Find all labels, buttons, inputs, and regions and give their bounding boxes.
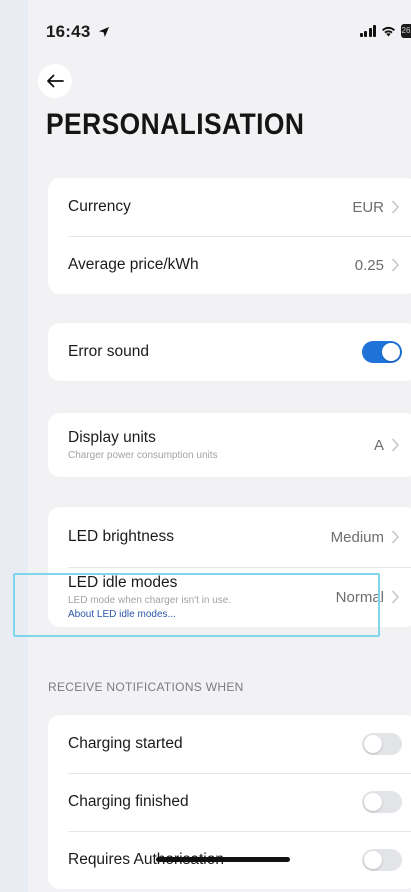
- chevron-right-icon: [391, 258, 400, 272]
- average-price-row[interactable]: Average price/kWh 0.25: [48, 236, 411, 294]
- led-brightness-value: Medium: [330, 528, 384, 546]
- chevron-right-icon: [391, 590, 400, 604]
- left-background-strip: [0, 0, 28, 892]
- display-units-subtitle: Charger power consumption units: [68, 450, 218, 461]
- chevron-right-icon: [391, 530, 400, 544]
- about-led-idle-link[interactable]: About LED idle modes...: [68, 609, 231, 620]
- led-idle-text: LED idle modes LED mode when charger isn…: [68, 574, 231, 620]
- error-sound-row: Error sound: [48, 323, 411, 381]
- led-brightness-row[interactable]: LED brightness Medium: [48, 507, 411, 567]
- toggle-knob: [382, 343, 400, 361]
- display-units-label: Display units: [68, 429, 156, 446]
- currency-value: EUR: [352, 198, 384, 216]
- display-units-row[interactable]: Display units Charger power consumption …: [48, 413, 411, 477]
- page-title: PERSONALISATION: [46, 108, 305, 141]
- led-idle-subtitle: LED mode when charger isn't in use.: [68, 595, 232, 606]
- led-card: LED brightness Medium LED idle modes LED…: [48, 507, 411, 627]
- battery-level: 26: [401, 26, 411, 35]
- requires-authorisation-toggle[interactable]: [362, 849, 402, 871]
- toggle-knob: [364, 793, 382, 811]
- error-sound-card: Error sound: [48, 323, 411, 381]
- phone-screen: 16:43 26 PERSONALISATION Currency EUR Av…: [28, 0, 411, 892]
- charging-started-toggle[interactable]: [362, 733, 402, 755]
- chevron-right-icon: [391, 200, 400, 214]
- battery-icon: 26: [401, 24, 411, 38]
- notifications-section-header: RECEIVE NOTIFICATIONS WHEN: [48, 680, 244, 694]
- led-idle-value: Normal: [335, 588, 384, 606]
- display-units-card: Display units Charger power consumption …: [48, 413, 411, 477]
- currency-label: Currency: [68, 198, 131, 215]
- notification-label: Charging finished: [68, 793, 189, 810]
- notification-row-charging-started: Charging started: [48, 715, 411, 773]
- back-arrow-icon: [47, 74, 64, 88]
- chevron-right-icon: [391, 438, 400, 452]
- notification-row-charging-finished: Charging finished: [48, 773, 411, 831]
- average-price-value: 0.25: [354, 256, 384, 274]
- currency-row[interactable]: Currency EUR: [48, 178, 411, 236]
- status-icons: 26: [359, 23, 411, 39]
- home-indicator[interactable]: [156, 857, 290, 862]
- wifi-icon: [382, 26, 395, 37]
- status-time-text: 16:43: [46, 22, 91, 41]
- display-units-value: A: [373, 436, 384, 454]
- status-bar: 16:43 26: [28, 0, 411, 56]
- error-sound-label: Error sound: [68, 343, 149, 360]
- charging-finished-toggle[interactable]: [362, 791, 402, 813]
- back-button[interactable]: [38, 64, 72, 98]
- average-price-label: Average price/kWh: [68, 256, 199, 273]
- toggle-knob: [364, 735, 382, 753]
- toggle-knob: [364, 851, 382, 869]
- signal-icon: [359, 25, 376, 37]
- pricing-card: Currency EUR Average price/kWh 0.25: [48, 178, 411, 294]
- led-idle-modes-row[interactable]: LED idle modes LED mode when charger isn…: [48, 567, 411, 627]
- error-sound-toggle[interactable]: [362, 341, 402, 363]
- location-arrow-icon: [99, 27, 110, 37]
- notification-label: Charging started: [68, 735, 183, 752]
- status-time: 16:43: [46, 22, 110, 42]
- notifications-card: Charging started Charging finished Requi…: [48, 715, 411, 889]
- led-idle-label: LED idle modes: [68, 574, 178, 591]
- display-units-text: Display units Charger power consumption …: [68, 429, 218, 461]
- led-brightness-label: LED brightness: [68, 528, 174, 545]
